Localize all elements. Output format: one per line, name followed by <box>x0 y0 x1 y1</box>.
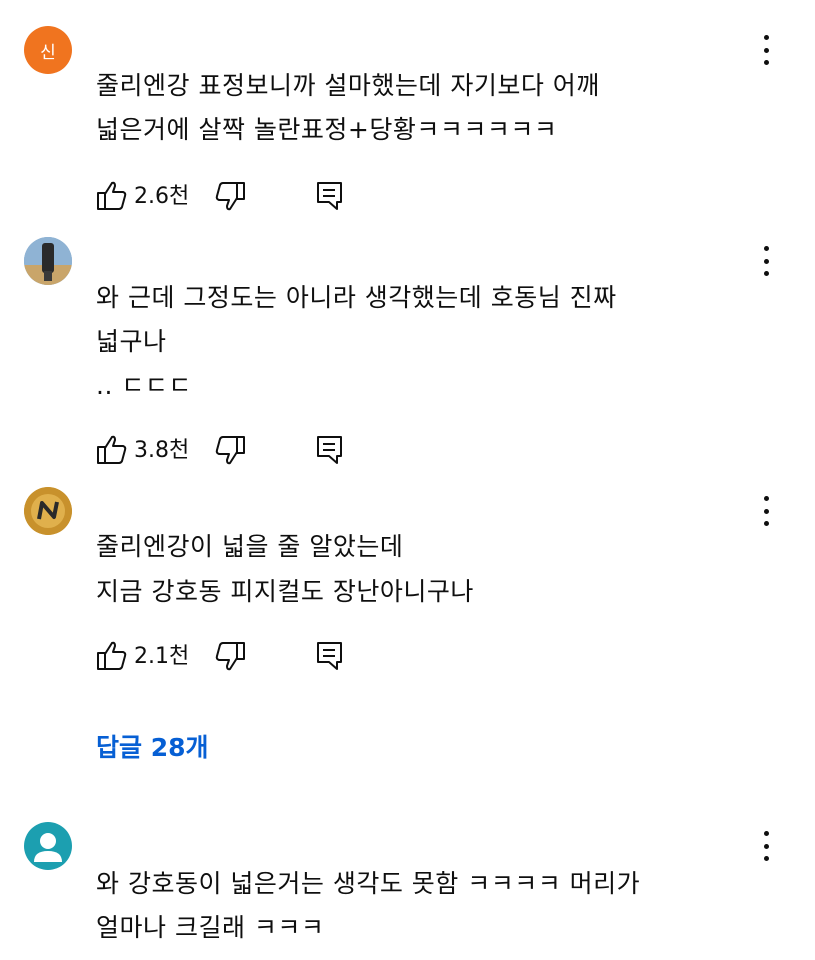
thumbs-up-icon[interactable] <box>96 432 128 468</box>
thumbs-down-icon[interactable] <box>214 178 246 214</box>
thumbs-down-icon[interactable] <box>214 432 246 468</box>
reply-icon[interactable] <box>314 432 346 468</box>
comment-text-line: .. ㄷㄷㄷ <box>96 371 192 400</box>
comment-text-line: 와 근데 그정도는 아니라 생각했는데 호동님 진짜 <box>96 283 617 312</box>
comment-actions: 3.8천 <box>96 432 396 472</box>
like-count: 3.8천 <box>134 438 190 463</box>
more-options-icon[interactable] <box>754 496 778 526</box>
comment-text-line: 줄리엔강 표정보니까 설마했는데 자기보다 어깨 <box>96 71 600 100</box>
comment-text-line: 지금 강호동 피지컬도 장난아니구나 <box>96 577 474 606</box>
more-options-icon[interactable] <box>754 246 778 276</box>
view-replies-link[interactable]: 답글 28개 <box>96 728 209 764</box>
profile-photo <box>24 487 72 535</box>
thumbs-up-icon[interactable] <box>96 178 128 214</box>
thumbs-down-icon[interactable] <box>214 638 246 674</box>
comment-text-line: 줄리엔강이 넓을 줄 알았는데 <box>96 532 404 561</box>
thumbs-up-icon[interactable] <box>96 638 128 674</box>
reply-icon[interactable] <box>314 178 346 214</box>
more-options-icon[interactable] <box>754 831 778 861</box>
like-count: 2.6천 <box>134 184 190 209</box>
avatar[interactable] <box>24 237 72 285</box>
comment-text-line: 얼마나 크길래 ㅋㅋㅋ <box>96 913 325 942</box>
comment-actions: 2.1천 <box>96 638 396 678</box>
reply-icon[interactable] <box>314 638 346 674</box>
comment-text-line: 와 강호동이 넓은거는 생각도 못함 ㅋㅋㅋㅋ 머리가 <box>96 869 641 898</box>
avatar-initial: 신 <box>40 42 56 63</box>
comment-text-line: 넓은거에 살짝 놀란표정+당황ㅋㅋㅋㅋㅋㅋ <box>96 115 558 144</box>
default-avatar-icon[interactable] <box>24 822 72 870</box>
comment-actions: 2.6천 <box>96 178 396 218</box>
more-options-icon[interactable] <box>754 35 778 65</box>
avatar[interactable]: 신 <box>24 26 72 74</box>
avatar[interactable] <box>24 487 72 535</box>
profile-photo <box>24 237 72 285</box>
like-count: 2.1천 <box>134 644 190 669</box>
comment-text-line: 넓구나 <box>96 327 167 356</box>
